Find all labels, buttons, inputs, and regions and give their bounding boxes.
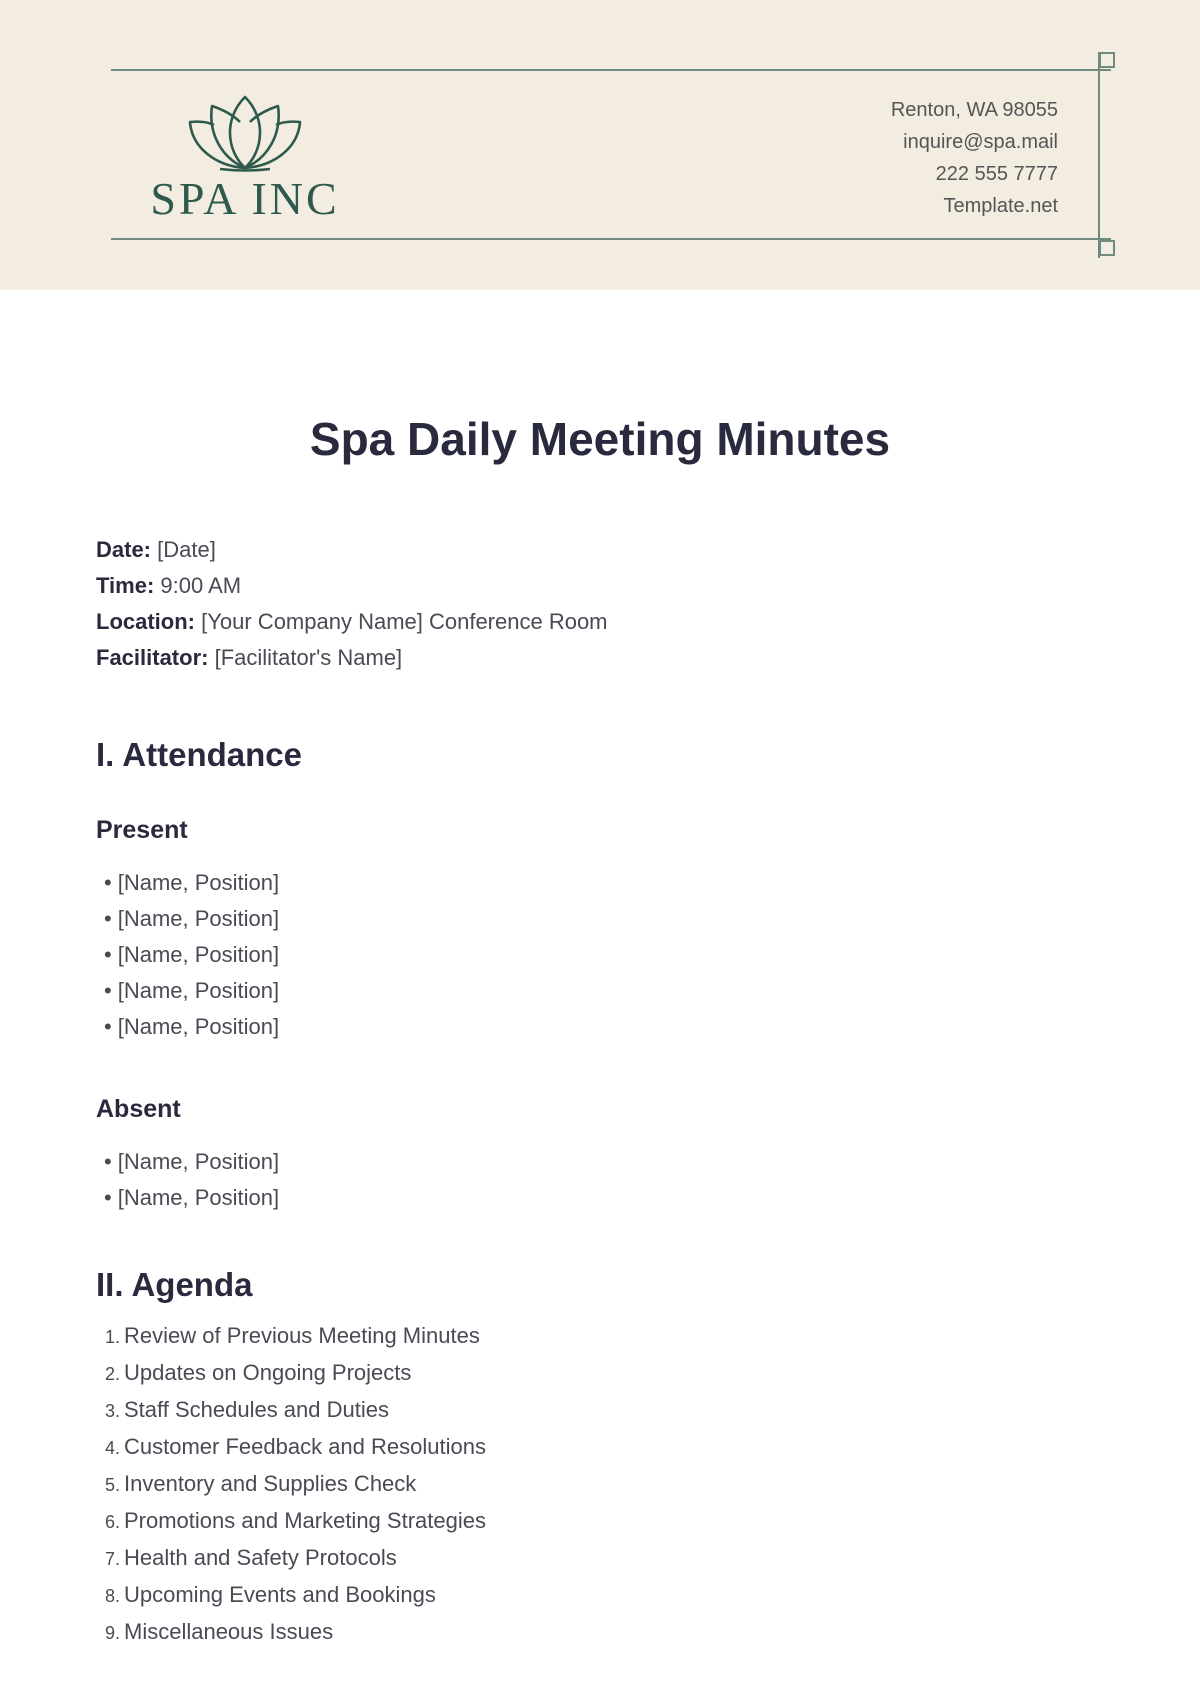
- item-number: 3.: [104, 1401, 120, 1421]
- agenda-item: 4. Customer Feedback and Resolutions: [96, 1429, 1096, 1466]
- item-number: 9.: [104, 1623, 120, 1643]
- absent-list: [Name, Position] [Name, Position]: [96, 1144, 1096, 1216]
- absent-heading: Absent: [96, 1095, 181, 1123]
- location-label: Location:: [96, 609, 195, 634]
- corner-square-bottom: [1099, 240, 1115, 256]
- date-line: Date: [Date]: [96, 532, 1096, 568]
- item-text: Promotions and Marketing Strategies: [124, 1508, 486, 1533]
- contact-block: Renton, WA 98055 inquire@spa.mail 222 55…: [891, 94, 1058, 222]
- agenda-item: 9. Miscellaneous Issues: [96, 1614, 1096, 1651]
- company-logo: SPA INC: [140, 92, 350, 224]
- bottom-rule: [111, 238, 1111, 240]
- logo-text: SPA INC: [150, 173, 340, 224]
- item-number: 5.: [104, 1475, 120, 1495]
- document-body: Date: [Date] Time: 9:00 AM Location: [Yo…: [96, 532, 1096, 1651]
- time-label: Time:: [96, 573, 155, 598]
- list-item: [Name, Position]: [96, 1180, 1096, 1216]
- list-item: [Name, Position]: [96, 973, 1096, 1009]
- phone: 222 555 7777: [935, 163, 1058, 185]
- item-text: Miscellaneous Issues: [124, 1619, 334, 1644]
- letterhead: SPA INC Renton, WA 98055 inquire@spa.mai…: [0, 0, 1200, 290]
- facilitator-line: Facilitator: [Facilitator's Name]: [96, 640, 1096, 676]
- facilitator-value: [Facilitator's Name]: [214, 645, 403, 670]
- page-title: Spa Daily Meeting Minutes: [309, 413, 891, 465]
- item-text: Review of Previous Meeting Minutes: [124, 1323, 480, 1348]
- agenda-item: 2. Updates on Ongoing Projects: [96, 1355, 1096, 1392]
- list-item: [Name, Position]: [96, 1009, 1096, 1045]
- time-value: 9:00 AM: [160, 573, 242, 598]
- present-list: [Name, Position] [Name, Position] [Name,…: [96, 865, 1096, 1045]
- present-heading: Present: [96, 816, 188, 844]
- item-text: Inventory and Supplies Check: [124, 1471, 417, 1496]
- item-number: 2.: [104, 1364, 120, 1384]
- item-text: Staff Schedules and Duties: [124, 1397, 389, 1422]
- lotus-icon: [188, 95, 302, 172]
- meeting-meta: Date: [Date] Time: 9:00 AM Location: [Yo…: [96, 532, 1096, 676]
- item-number: 7.: [104, 1549, 120, 1569]
- location-value: [Your Company Name] Conference Room: [201, 609, 608, 634]
- agenda-heading: II. Agenda: [96, 1266, 253, 1303]
- date-value: [Date]: [157, 537, 216, 562]
- agenda-item: 8. Upcoming Events and Bookings: [96, 1577, 1096, 1614]
- item-number: 8.: [104, 1586, 120, 1606]
- agenda-item: 1. Review of Previous Meeting Minutes: [96, 1318, 1096, 1355]
- item-number: 1.: [104, 1327, 120, 1347]
- item-number: 4.: [104, 1438, 120, 1458]
- item-text: Health and Safety Protocols: [124, 1545, 397, 1570]
- list-item: [Name, Position]: [96, 1144, 1096, 1180]
- list-item: [Name, Position]: [96, 937, 1096, 973]
- email: inquire@spa.mail: [903, 131, 1058, 153]
- side-rule: [1098, 52, 1100, 258]
- website: Template.net: [943, 195, 1058, 217]
- item-number: 6.: [104, 1512, 120, 1532]
- item-text: Customer Feedback and Resolutions: [124, 1434, 486, 1459]
- list-item: [Name, Position]: [96, 901, 1096, 937]
- item-text: Updates on Ongoing Projects: [124, 1360, 412, 1385]
- agenda-item: 6. Promotions and Marketing Strategies: [96, 1503, 1096, 1540]
- agenda-item: 5. Inventory and Supplies Check: [96, 1466, 1096, 1503]
- item-text: Upcoming Events and Bookings: [124, 1582, 436, 1607]
- time-line: Time: 9:00 AM: [96, 568, 1096, 604]
- location-line: Location: [Your Company Name] Conference…: [96, 604, 1096, 640]
- agenda-list: 1. Review of Previous Meeting Minutes 2. U…: [96, 1318, 1096, 1651]
- top-rule: [111, 69, 1111, 71]
- agenda-item: 7. Health and Safety Protocols: [96, 1540, 1096, 1577]
- date-label: Date:: [96, 537, 152, 562]
- facilitator-label: Facilitator:: [96, 645, 209, 670]
- list-item: [Name, Position]: [96, 865, 1096, 901]
- agenda-item: 3. Staff Schedules and Duties: [96, 1392, 1096, 1429]
- address: Renton, WA 98055: [890, 99, 1058, 121]
- attendance-heading: I. Attendance: [96, 736, 302, 773]
- corner-square-top: [1099, 52, 1115, 68]
